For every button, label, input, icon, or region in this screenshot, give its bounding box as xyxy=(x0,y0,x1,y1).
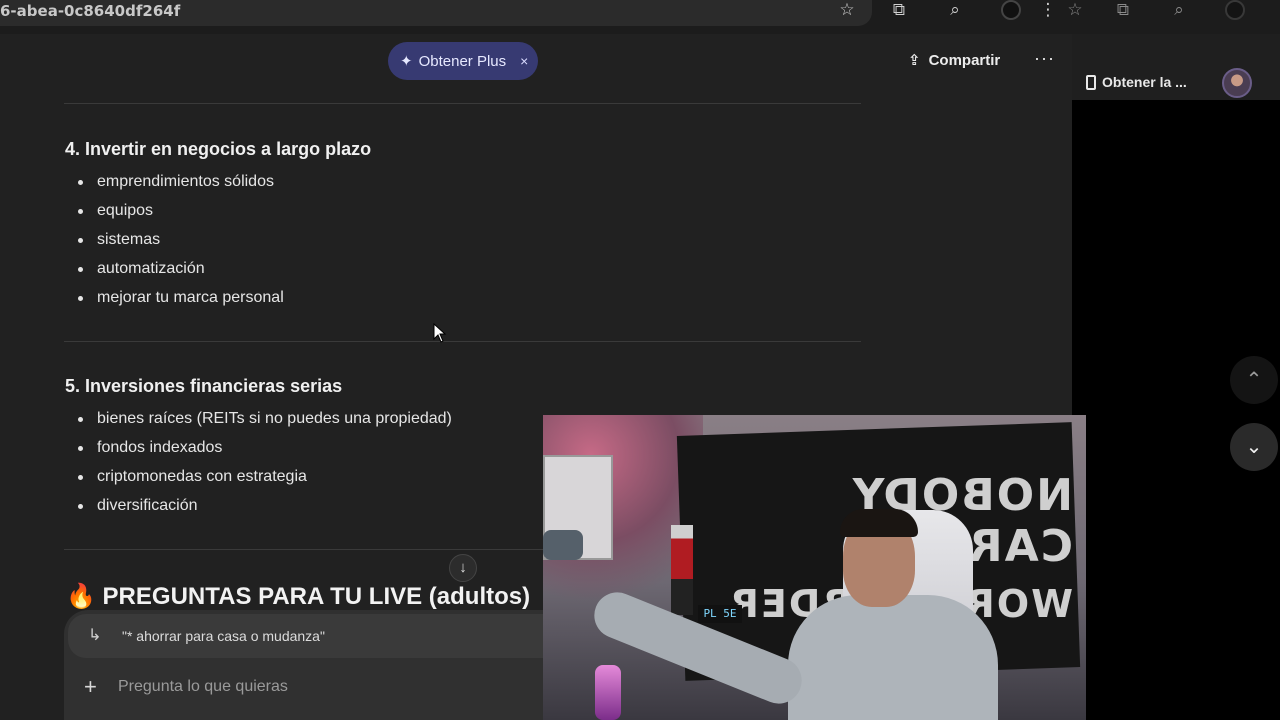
address-bar[interactable]: 6-abea-0c8640df264f xyxy=(0,0,872,26)
tab-search-icon[interactable]: ⌕ xyxy=(944,0,966,20)
chevron-up-icon[interactable]: ⌃ xyxy=(1230,356,1278,404)
divider xyxy=(64,549,544,550)
led-clock: PL 5E xyxy=(698,605,742,623)
url-text: 6-abea-0c8640df264f xyxy=(0,2,181,20)
streamer xyxy=(587,509,998,720)
get-app-label: Obtener la ... xyxy=(1102,74,1187,90)
section-list: bienes raíces (REITs si no puedes una pr… xyxy=(78,407,452,523)
hoodie xyxy=(788,595,998,720)
scroll-down-button[interactable]: ↓ xyxy=(449,554,477,582)
list-item: criptomonedas con estrategia xyxy=(78,465,452,494)
avatar[interactable] xyxy=(1222,68,1252,98)
more-options-icon[interactable]: ··· xyxy=(1034,48,1055,69)
extensions-icon[interactable]: ⧉ xyxy=(888,0,910,20)
reply-arrow-icon: ↳ xyxy=(88,627,102,644)
list-item: emprendimientos sólidos xyxy=(78,170,284,199)
share-button[interactable]: ⇪ Compartir xyxy=(908,51,1001,70)
close-icon[interactable]: × xyxy=(520,53,528,69)
sparkle-icon: ✦ xyxy=(400,53,413,70)
prompt-input[interactable] xyxy=(118,678,538,696)
star-icon[interactable]: ☆ xyxy=(836,0,858,20)
star-icon-secondary[interactable]: ☆ xyxy=(1064,0,1086,20)
side-panel-header: Obtener la ... xyxy=(1072,34,1280,100)
chevron-down-icon[interactable]: ⌄ xyxy=(1230,423,1278,471)
list-item: diversificación xyxy=(78,494,452,523)
divider xyxy=(64,103,861,104)
list-item: sistemas xyxy=(78,228,284,257)
list-item: bienes raíces (REITs si no puedes una pr… xyxy=(78,407,452,436)
tab-search-icon-secondary[interactable]: ⌕ xyxy=(1168,0,1190,20)
profile-icon[interactable] xyxy=(1001,0,1021,20)
list-item: automatización xyxy=(78,257,284,286)
side-panel: Obtener la ... ⌃ ⌄ xyxy=(1072,34,1280,720)
menu-icon[interactable]: ⋮ xyxy=(1037,0,1059,20)
nutcracker-figure xyxy=(671,525,693,615)
extensions-icon-secondary[interactable]: ⧉ xyxy=(1112,0,1134,20)
questions-heading: 🔥 PREGUNTAS PARA TU LIVE (adultos) xyxy=(66,583,531,610)
quoted-text: "* ahorrar para casa o mudanza" xyxy=(122,628,325,644)
browser-toolbar: 6-abea-0c8640df264f ☆ ⧉ ⌕ ⋮ ☆ ⧉ ⌕ xyxy=(0,0,1280,34)
add-attachment-icon[interactable]: + xyxy=(84,674,97,700)
phone-icon xyxy=(1086,74,1096,90)
section-heading: 4. Invertir en negocios a largo plazo xyxy=(65,139,372,159)
chat-header: ✦ Obtener Plus × ⇪ Compartir ··· xyxy=(0,34,1072,88)
get-plus-label: Obtener Plus xyxy=(418,52,507,70)
rgb-lamp xyxy=(595,665,621,720)
upload-icon: ⇪ xyxy=(908,52,921,69)
divider xyxy=(64,341,861,342)
webcam-overlay: NOBODY CARES WORK HARDER PL 5E xyxy=(543,415,1086,720)
get-app-button[interactable]: Obtener la ... xyxy=(1086,74,1187,90)
camera-device xyxy=(543,530,583,560)
section-heading: 5. Inversiones financieras serias xyxy=(65,376,343,396)
share-label: Compartir xyxy=(928,51,1001,69)
list-item: fondos indexados xyxy=(78,436,452,465)
list-item: equipos xyxy=(78,199,284,228)
hair xyxy=(840,509,918,537)
profile-icon-secondary[interactable] xyxy=(1225,0,1245,20)
section-list: emprendimientos sólidos equipos sistemas… xyxy=(78,170,284,315)
get-plus-button[interactable]: ✦ Obtener Plus × xyxy=(388,42,538,80)
list-item: mejorar tu marca personal xyxy=(78,286,284,315)
